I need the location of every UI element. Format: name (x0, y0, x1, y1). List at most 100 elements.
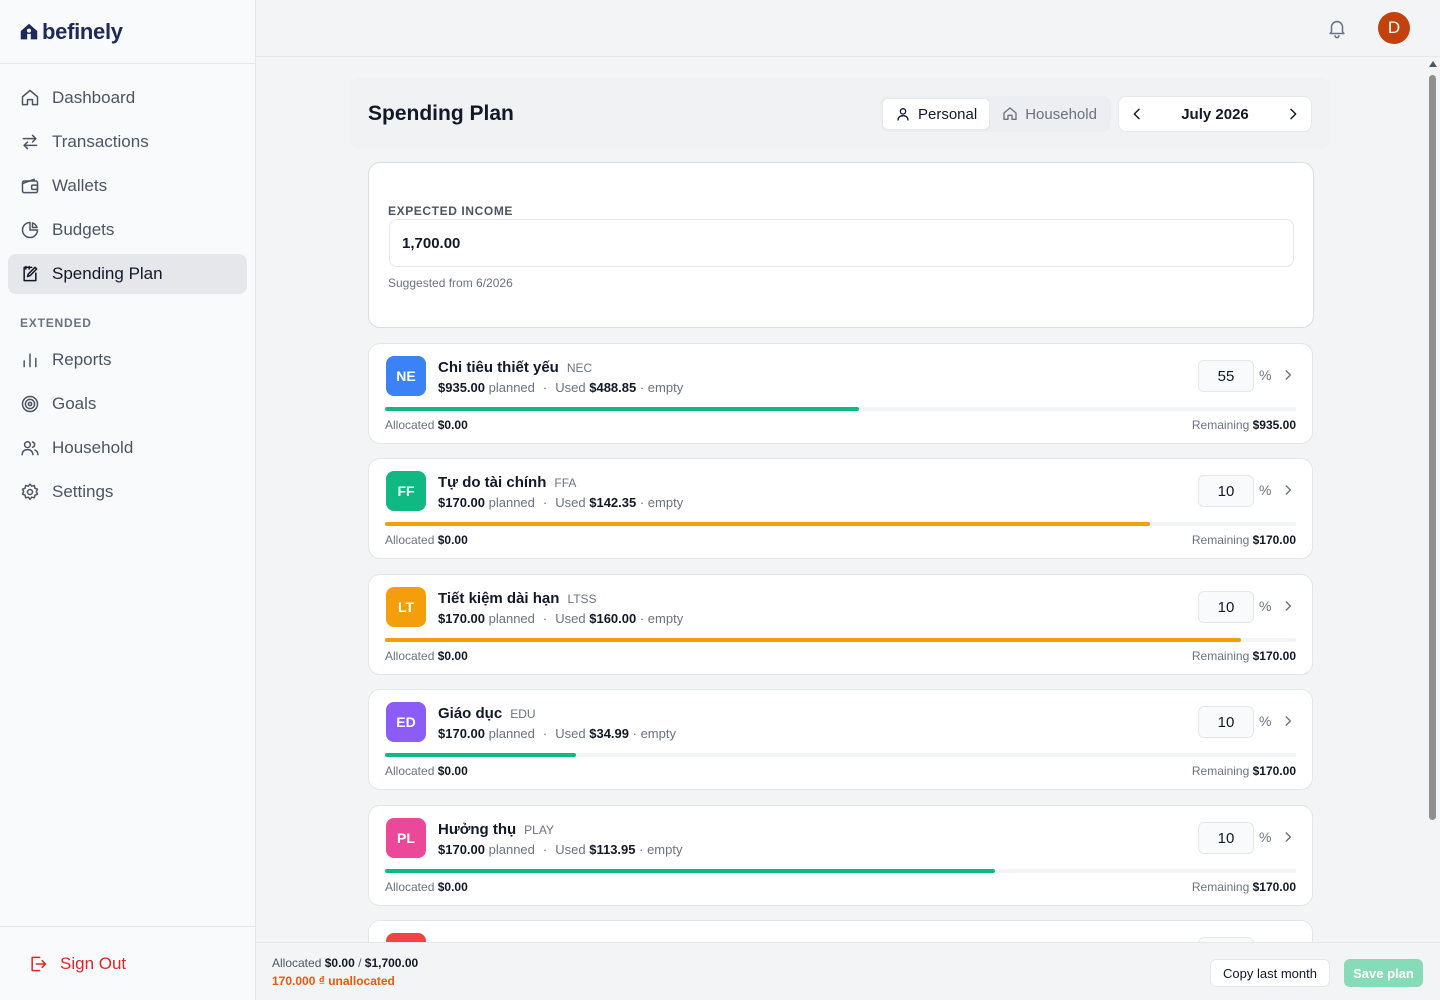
sidebar-item-household[interactable]: Household (8, 428, 247, 468)
sidebar-item-label: Spending Plan (52, 264, 163, 283)
scope-household-button[interactable]: Household (990, 98, 1109, 130)
used-label: Used (555, 611, 586, 626)
chevron-right-icon[interactable] (1281, 714, 1295, 728)
planned-label: planned (488, 611, 535, 626)
remaining-text: Remaining $935.00 (1192, 418, 1296, 432)
sign-out-label: Sign Out (60, 953, 127, 973)
footer-total-value: $1,700.00 (364, 956, 419, 970)
copy-last-month-button[interactable]: Copy last month (1210, 959, 1330, 987)
category-code: EDU (510, 707, 536, 721)
sidebar-item-goals[interactable]: Goals (8, 384, 247, 424)
category-badge: FF (386, 471, 426, 511)
used-label: Used (555, 842, 586, 857)
progress-fill (385, 407, 859, 411)
save-plan-button[interactable]: Save plan (1344, 959, 1423, 987)
category-name: Tự do tài chính FFA (438, 474, 576, 491)
sidebar-item-dashboard[interactable]: Dashboard (8, 78, 247, 118)
category-card[interactable]: PL Hưởng thụ PLAY $170.00 planned · Used $113… (368, 805, 1313, 906)
used-amount: $113.95 (589, 842, 636, 857)
category-meta: $170.00 planned · Used $34.99 · empty (438, 726, 676, 741)
remaining-amount: $170.00 (1252, 764, 1296, 778)
chevron-left-icon[interactable] (1129, 106, 1145, 122)
remaining-text: Remaining $170.00 (1192, 649, 1296, 663)
scrollbar[interactable] (1426, 57, 1440, 942)
percent-input[interactable] (1198, 591, 1254, 623)
category-card[interactable]: ED Giáo dục EDU $170.00 planned · Used $34.99… (368, 689, 1313, 790)
category-code: FFA (554, 476, 577, 490)
used-label: Used (555, 380, 586, 395)
chevron-right-icon[interactable] (1285, 106, 1301, 122)
progress-fill (385, 869, 996, 873)
percent-sign: % (1259, 598, 1272, 614)
sidebar-item-settings[interactable]: Settings (8, 472, 247, 512)
scroll-up-arrow-icon[interactable] (1429, 61, 1437, 67)
category-meta: $170.00 planned · Used $160.00 · empty (438, 611, 683, 626)
allocated-amount: $0.00 (437, 533, 468, 547)
chevron-right-icon[interactable] (1281, 368, 1295, 382)
target-icon (20, 394, 40, 414)
logo[interactable]: befinely (0, 0, 255, 64)
scrollbar-thumb[interactable] (1429, 75, 1436, 820)
category-card[interactable]: · % (368, 920, 1313, 942)
category-card[interactable]: NE Chi tiêu thiết yếu NEC $935.00 planned · U… (368, 343, 1313, 444)
sign-out-button[interactable]: Sign Out (0, 926, 255, 1000)
chevron-right-icon[interactable] (1281, 483, 1295, 497)
category-status: · empty (639, 495, 684, 510)
month-label: July 2026 (1181, 105, 1249, 123)
category-badge: NE (386, 356, 426, 396)
main-nav: Dashboard Transactions Wallets Budgets S… (0, 64, 255, 512)
remaining-text: Remaining $170.00 (1192, 764, 1296, 778)
progress-track (385, 407, 1296, 411)
chevron-right-icon[interactable] (1281, 599, 1295, 613)
planned-amount: $170.00 (438, 842, 485, 857)
category-title: Tự do tài chính (438, 474, 547, 491)
used-amount: $160.00 (589, 611, 637, 626)
percent-input[interactable] (1198, 706, 1254, 738)
allocated-label: Allocated (385, 533, 435, 547)
home-icon (20, 88, 40, 108)
chevron-right-icon[interactable] (1281, 830, 1295, 844)
pie-chart-icon (20, 220, 40, 240)
app-name: befinely (42, 18, 123, 44)
gear-icon (20, 482, 40, 502)
progress-fill (385, 753, 577, 757)
planned-amount: $170.00 (438, 611, 485, 626)
scope-household-label: Household (1025, 105, 1097, 123)
sidebar-item-label: Budgets (52, 220, 115, 239)
expected-income-input[interactable] (389, 219, 1294, 267)
category-title: Tiết kiệm dài hạn (438, 590, 560, 607)
sidebar-item-label: Wallets (52, 176, 108, 195)
percent-input[interactable] (1198, 475, 1254, 507)
category-name: Tiết kiệm dài hạn LTSS (438, 590, 597, 607)
percent-input[interactable] (1198, 360, 1254, 392)
sidebar-item-wallets[interactable]: Wallets (8, 166, 247, 206)
allocated-text: Allocated $0.00 (385, 533, 468, 547)
remaining-text: Remaining $170.00 (1192, 533, 1296, 547)
allocated-text: Allocated $0.00 (385, 764, 468, 778)
allocated-label: Allocated (385, 418, 435, 432)
used-amount: $488.85 (589, 380, 637, 395)
progress-track (385, 638, 1296, 642)
footer-allocated-value: $0.00 (324, 956, 355, 970)
percent-input[interactable] (1198, 822, 1254, 854)
category-card[interactable]: LT Tiết kiệm dài hạn LTSS $170.00 planned · U… (368, 574, 1313, 675)
category-card[interactable]: FF Tự do tài chính FFA $170.00 planned · Used… (368, 458, 1313, 559)
avatar[interactable]: D (1378, 12, 1410, 44)
category-meta: $170.00 planned · Used $142.35 · empty (438, 495, 683, 510)
sidebar-item-reports[interactable]: Reports (8, 340, 247, 380)
planned-label: planned (488, 726, 535, 741)
category-badge (386, 933, 426, 942)
sidebar-item-transactions[interactable]: Transactions (8, 122, 247, 162)
category-meta: $935.00 planned · Used $488.85 · empty (438, 380, 683, 395)
category-status: · empty (639, 380, 684, 395)
category-name: Giáo dục EDU (438, 705, 536, 722)
category-code: NEC (566, 361, 593, 375)
scope-personal-button[interactable]: Personal (882, 98, 991, 130)
sidebar: befinely Dashboard Transactions Wallets … (0, 0, 256, 1000)
sidebar-item-spending-plan[interactable]: Spending Plan (8, 254, 247, 294)
planned-amount: $935.00 (438, 380, 485, 395)
bell-icon[interactable] (1326, 17, 1348, 39)
allocated-amount: $0.00 (437, 418, 468, 432)
sidebar-item-budgets[interactable]: Budgets (8, 210, 247, 250)
progress-fill (385, 638, 1242, 642)
